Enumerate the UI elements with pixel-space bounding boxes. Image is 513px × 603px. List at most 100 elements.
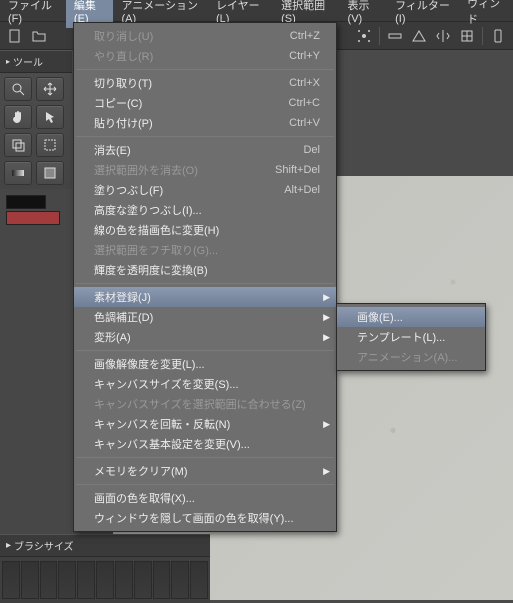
edit-menu-item[interactable]: 塗りつぶし(F)Alt+Del <box>74 180 336 200</box>
menu-item-shortcut: Shift+Del <box>275 164 320 176</box>
menu-item-label: 画像解像度を変更(L)... <box>94 356 320 372</box>
submenu-arrow-icon: ▶ <box>323 466 330 477</box>
edit-menu-item: 選択範囲をフチ取り(G)... <box>74 240 336 260</box>
menu-item-label: 貼り付け(P) <box>94 115 289 131</box>
menu-item-shortcut: Ctrl+C <box>289 97 320 109</box>
menu-item-label: 選択範囲外を消去(O) <box>94 162 275 178</box>
edit-menu-item[interactable]: キャンバス基本設定を変更(V)... <box>74 434 336 454</box>
edit-menu-item[interactable]: ウィンドウを隠して画面の色を取得(Y)... <box>74 508 336 528</box>
tool-operation[interactable] <box>36 105 64 129</box>
toolbar-ruler-icon[interactable] <box>384 25 406 47</box>
edit-menu-item: 取り消し(U)Ctrl+Z <box>74 26 336 46</box>
collapse-icon[interactable]: ▸ <box>6 57 10 66</box>
menu-item-label: メモリをクリア(M) <box>94 463 320 479</box>
color-swatch[interactable] <box>6 195 66 225</box>
brush-preset[interactable] <box>153 561 171 599</box>
submenu-item[interactable]: テンプレート(L)... <box>337 327 485 347</box>
material-register-submenu: 画像(E)... テンプレート(L)... アニメーション(A)... <box>336 303 486 371</box>
brush-preset[interactable] <box>171 561 189 599</box>
tool-marquee[interactable] <box>36 133 64 157</box>
menu-item-label: キャンバスサイズを変更(S)... <box>94 376 320 392</box>
brush-preset[interactable] <box>190 561 208 599</box>
brush-preset[interactable] <box>134 561 152 599</box>
menu-item-label: 高度な塗りつぶし(I)... <box>94 202 320 218</box>
menu-item-label: 切り取り(T) <box>94 75 289 91</box>
foreground-color[interactable] <box>6 195 46 209</box>
menu-item-label: 素材登録(J) <box>94 289 320 305</box>
submenu-item: アニメーション(A)... <box>337 347 485 367</box>
menu-item-label: 選択範囲をフチ取り(G)... <box>94 242 320 258</box>
brush-size-panel: ▸ブラシサイズ <box>0 534 210 603</box>
menu-item-label: 取り消し(U) <box>94 28 290 44</box>
brush-preset[interactable] <box>115 561 133 599</box>
toolbar-new-icon[interactable] <box>4 25 26 47</box>
menu-filter[interactable]: フィルター(I) <box>387 0 459 28</box>
toolbar-smartphone-icon[interactable] <box>487 25 509 47</box>
menu-item-shortcut: Ctrl+X <box>289 77 320 89</box>
edit-menu-item[interactable]: 変形(A)▶ <box>74 327 336 347</box>
submenu-item[interactable]: 画像(E)... <box>337 307 485 327</box>
tool-layermove[interactable] <box>4 133 32 157</box>
edit-menu-item[interactable]: 画面の色を取得(X)... <box>74 488 336 508</box>
menu-item-shortcut: Alt+Del <box>284 184 320 196</box>
brush-preset[interactable] <box>58 561 76 599</box>
brush-preset[interactable] <box>2 561 20 599</box>
toolbar-snap-icon[interactable] <box>353 25 375 47</box>
brush-preset[interactable] <box>40 561 58 599</box>
toolbar-perspective-icon[interactable] <box>408 25 430 47</box>
menu-view[interactable]: 表示(V) <box>340 0 388 28</box>
brush-preset[interactable] <box>96 561 114 599</box>
menubar: ファイル(F) 編集(E) アニメーション(A) レイヤー(L) 選択範囲(S)… <box>0 0 513 22</box>
edit-menu-item[interactable]: 高度な塗りつぶし(I)... <box>74 200 336 220</box>
tool-panel-title: ▸ツール <box>0 50 72 73</box>
menu-item-label: テンプレート(L)... <box>357 329 469 345</box>
menu-item-label: 画面の色を取得(X)... <box>94 490 320 506</box>
submenu-arrow-icon: ▶ <box>323 292 330 303</box>
tool-hand[interactable] <box>4 105 32 129</box>
menu-item-shortcut: Ctrl+V <box>289 117 320 129</box>
background-color[interactable] <box>6 211 60 225</box>
toolbar-grid-icon[interactable] <box>456 25 478 47</box>
edit-menu-item: 選択範囲外を消去(O)Shift+Del <box>74 160 336 180</box>
edit-menu-item[interactable]: 貼り付け(P)Ctrl+V <box>74 113 336 133</box>
toolbar-symmetry-icon[interactable] <box>432 25 454 47</box>
tool-fill[interactable] <box>36 161 64 185</box>
collapse-icon[interactable]: ▸ <box>6 540 11 551</box>
menu-item-label: ウィンドウを隠して画面の色を取得(Y)... <box>94 510 320 526</box>
edit-menu-item[interactable]: 色調補正(D)▶ <box>74 307 336 327</box>
menu-item-label: 色調補正(D) <box>94 309 320 325</box>
menu-file[interactable]: ファイル(F) <box>0 0 66 28</box>
brush-panel-title: ブラシサイズ <box>14 538 74 553</box>
menu-item-label: キャンバスを回転・反転(N) <box>94 416 320 432</box>
edit-menu-item[interactable]: キャンバスサイズを変更(S)... <box>74 374 336 394</box>
edit-menu-dropdown: 取り消し(U)Ctrl+Zやり直し(R)Ctrl+Y切り取り(T)Ctrl+Xコ… <box>73 22 337 532</box>
brush-preset[interactable] <box>77 561 95 599</box>
menu-item-label: アニメーション(A)... <box>357 349 469 365</box>
menu-item-shortcut: Ctrl+Z <box>290 30 320 42</box>
edit-menu-item[interactable]: 切り取り(T)Ctrl+X <box>74 73 336 93</box>
menu-item-label: 塗りつぶし(F) <box>94 182 284 198</box>
tool-panel: ▸ツール <box>0 50 72 600</box>
tool-magnify[interactable] <box>4 77 32 101</box>
edit-menu-item[interactable]: 線の色を描画色に変更(H) <box>74 220 336 240</box>
brush-preset[interactable] <box>21 561 39 599</box>
menu-item-label: 画像(E)... <box>357 309 469 325</box>
menu-item-label: 線の色を描画色に変更(H) <box>94 222 320 238</box>
toolbar-open-icon[interactable] <box>28 25 50 47</box>
edit-menu-item[interactable]: コピー(C)Ctrl+C <box>74 93 336 113</box>
menu-item-label: コピー(C) <box>94 95 289 111</box>
edit-menu-item[interactable]: 輝度を透明度に変換(B) <box>74 260 336 280</box>
tool-gradient[interactable] <box>4 161 32 185</box>
edit-menu-item[interactable]: キャンバスを回転・反転(N)▶ <box>74 414 336 434</box>
menu-item-label: 輝度を透明度に変換(B) <box>94 262 320 278</box>
edit-menu-item[interactable]: メモリをクリア(M)▶ <box>74 461 336 481</box>
edit-menu-item[interactable]: 消去(E)Del <box>74 140 336 160</box>
edit-menu-item[interactable]: 素材登録(J)▶ <box>74 287 336 307</box>
submenu-arrow-icon: ▶ <box>323 419 330 430</box>
submenu-arrow-icon: ▶ <box>323 312 330 323</box>
submenu-arrow-icon: ▶ <box>323 332 330 343</box>
menu-item-label: キャンバス基本設定を変更(V)... <box>94 436 320 452</box>
tool-move[interactable] <box>36 77 64 101</box>
menu-item-shortcut: Del <box>303 144 320 156</box>
edit-menu-item[interactable]: 画像解像度を変更(L)... <box>74 354 336 374</box>
